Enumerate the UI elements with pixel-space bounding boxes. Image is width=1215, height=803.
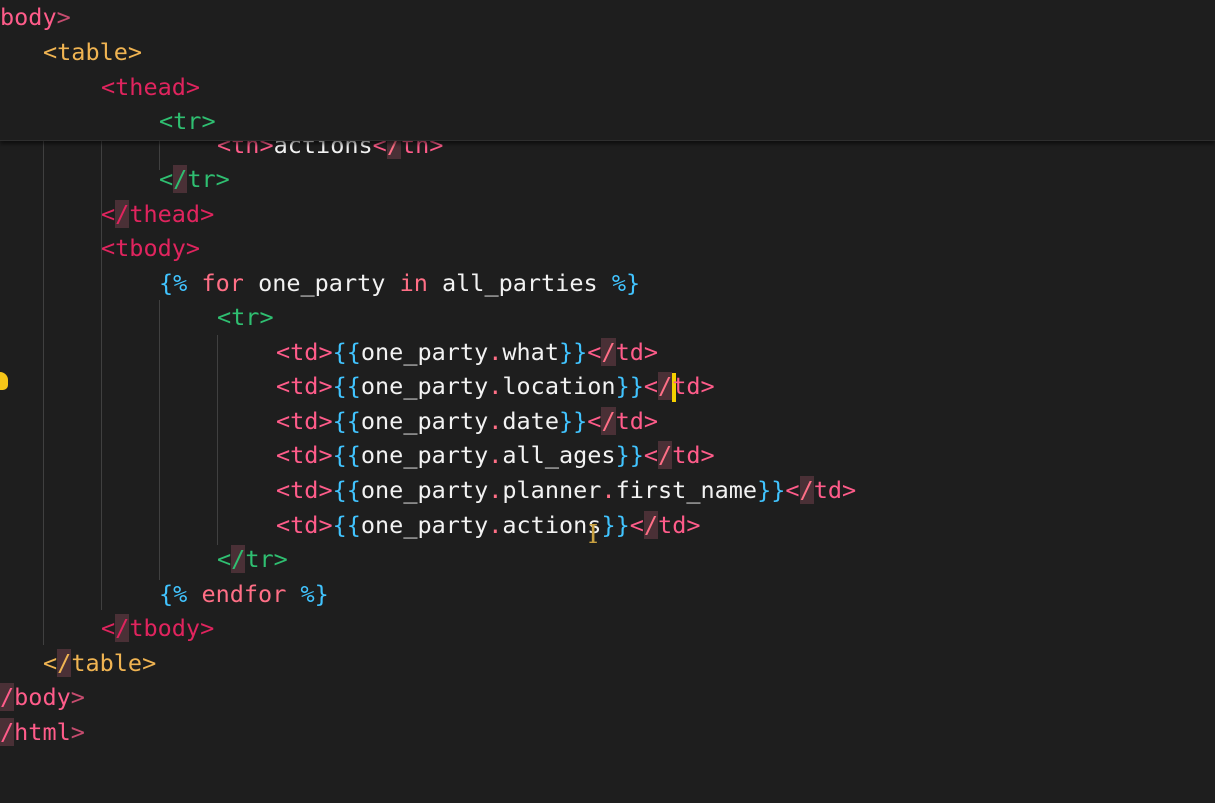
template-attribute: actions	[502, 511, 602, 539]
template-delimiter: %}	[611, 269, 641, 297]
tag-bracket: >	[185, 73, 201, 101]
tag-name: thead	[129, 200, 201, 228]
indent-guide	[217, 335, 218, 545]
template-variable: one_party	[360, 407, 489, 435]
tag-name: html	[14, 718, 71, 746]
text-cursor-icon: I	[588, 520, 599, 550]
code-line: <td>{{one_party.all_ages}}</td>	[276, 441, 715, 469]
template-attribute: what	[502, 338, 559, 366]
template-attribute: all_ages	[502, 441, 616, 469]
template-variable: all_parties	[442, 269, 598, 297]
tag-bracket: >	[201, 107, 216, 135]
code-editor[interactable]: body> <table> <thead> <tr> <th>actions</…	[0, 0, 1215, 803]
sticky-scroll-header[interactable]: body> <table> <thead> <tr>	[0, 0, 1215, 141]
template-keyword: for	[201, 269, 244, 297]
code-line: {% endfor %}	[159, 577, 329, 612]
template-keyword: in	[399, 269, 428, 297]
code-line: <tr>	[159, 104, 216, 139]
tag-name: tr	[173, 107, 202, 135]
code-line: <thead>	[101, 70, 200, 105]
template-attribute: planner	[502, 476, 602, 504]
indent-guide	[159, 300, 160, 580]
code-line: <td>{{one_party.location}}</td>	[276, 372, 715, 402]
code-line: <table>	[43, 35, 142, 70]
template-variable: one_party	[360, 372, 489, 400]
template-variable: one_party	[360, 511, 489, 539]
template-variable: one_party	[360, 476, 489, 504]
tag-name: thead	[115, 73, 186, 101]
indent-guide	[43, 140, 44, 645]
code-line: <td>{{one_party.planner.first_name}}</td…	[276, 476, 857, 504]
template-delimiter: {%	[159, 580, 188, 608]
code-line: </tr>	[159, 165, 230, 193]
code-line: <td>{{one_party.date}}</td>	[276, 407, 659, 435]
template-attribute: location	[502, 372, 616, 400]
tag-name: body	[0, 3, 57, 31]
tag-bracket: <	[101, 73, 116, 101]
tag-name: tr	[245, 545, 274, 573]
tag-bracket: <	[43, 38, 58, 66]
code-line: <tbody>	[101, 234, 201, 262]
code-line: <tr>	[217, 303, 274, 331]
tag-bracket: >	[56, 3, 71, 31]
template-variable: one_party	[258, 269, 386, 297]
code-line: </tbody>	[101, 614, 215, 642]
template-delimiter: {%	[159, 269, 188, 297]
tag-name: tr	[231, 303, 260, 331]
tag-name: table	[71, 649, 143, 677]
tag-bracket: <	[159, 107, 174, 135]
template-attribute: date	[502, 407, 559, 435]
code-line: </table>	[43, 649, 157, 677]
tag-name: tr	[187, 165, 216, 193]
code-line: <td>{{one_party.actions}}</td>	[276, 511, 701, 539]
code-line: </thead>	[101, 200, 215, 228]
code-line: body>	[0, 0, 71, 35]
tag-name: tbody	[129, 614, 201, 642]
code-line: {% for one_party in all_parties %}	[159, 266, 640, 301]
template-variable: one_party	[360, 441, 489, 469]
template-attribute: first_name	[615, 476, 758, 504]
tag-bracket: >	[127, 38, 143, 66]
code-line: </tr>	[217, 545, 288, 573]
template-keyword: endfor	[201, 580, 287, 608]
code-line: /html>	[0, 718, 85, 746]
lightbulb-icon[interactable]	[0, 372, 8, 390]
template-delimiter: %}	[300, 580, 329, 608]
code-line: /body>	[0, 683, 85, 711]
code-line: <td>{{one_party.what}}</td>	[276, 338, 659, 366]
tag-name: tbody	[115, 234, 186, 262]
template-variable: one_party	[360, 338, 489, 366]
tag-name: body	[14, 683, 71, 711]
tag-name: table	[57, 38, 128, 66]
